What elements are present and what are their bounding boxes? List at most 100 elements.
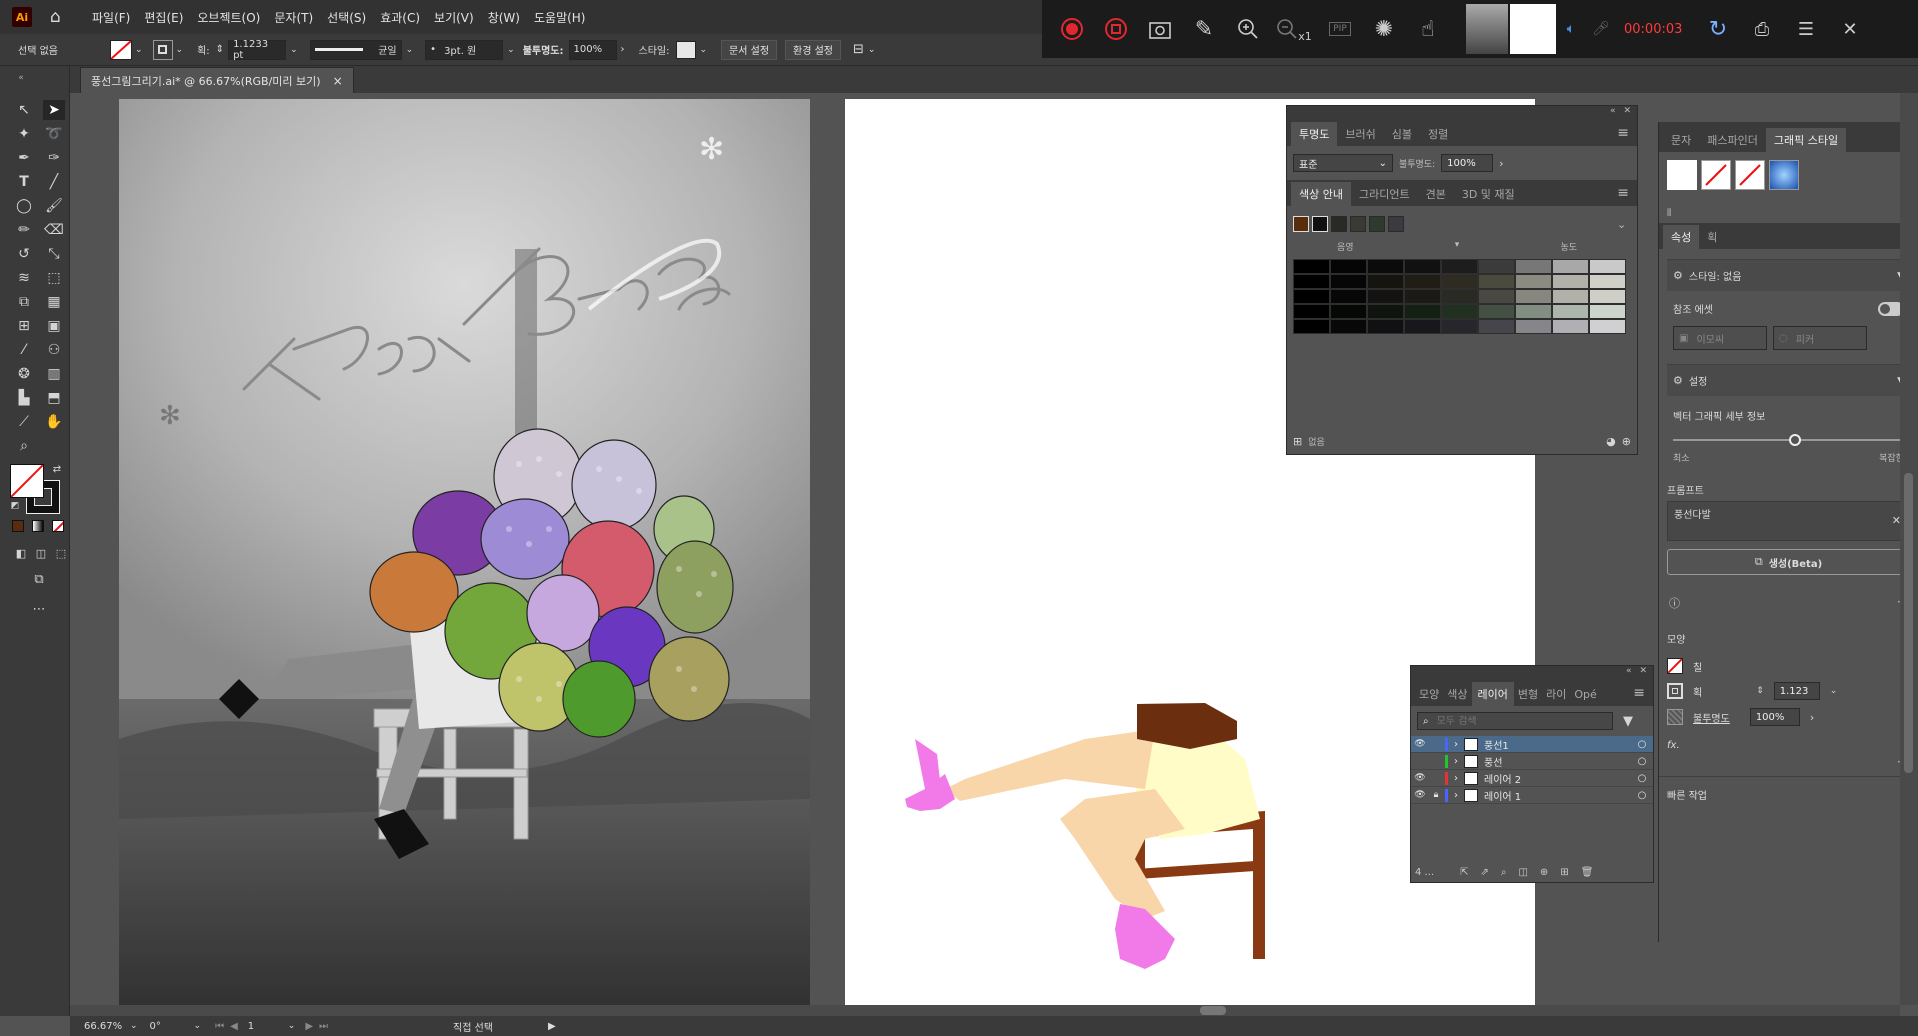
new-sublayer-icon[interactable]: ⊕ <box>1540 867 1548 878</box>
graphic-styles-library-icon[interactable]: ⫴ <box>1659 198 1918 219</box>
perspective-grid-icon[interactable]: ▦ <box>43 292 65 312</box>
base-color-swatch[interactable] <box>1388 216 1404 232</box>
horizontal-scroll-thumb[interactable] <box>1200 1006 1226 1015</box>
base-color-swatch[interactable] <box>1293 216 1309 232</box>
gradient-tool-icon[interactable]: ▣ <box>43 316 65 336</box>
tab-color-guide[interactable]: 색상 안내 <box>1291 182 1351 206</box>
shape-builder-icon[interactable]: ⧉ <box>13 292 35 312</box>
mic-icon[interactable]: 🎤︎ <box>1586 0 1616 58</box>
brush-select[interactable]: • 3pt. 원 <box>425 39 504 60</box>
effects-icon[interactable]: ✺ <box>1362 0 1406 58</box>
opacity-input[interactable]: 100% <box>568 39 617 60</box>
artboard-dropdown-icon[interactable]: ⌄ <box>288 1021 296 1031</box>
speaker-icon[interactable]: 🔈︎ <box>1556 0 1586 58</box>
appearance-stroke-swatch[interactable] <box>1667 683 1683 699</box>
zoom-in-icon[interactable] <box>1226 0 1270 58</box>
color-guide-swatch[interactable] <box>1441 304 1478 319</box>
color-guide-swatch[interactable] <box>1404 319 1441 334</box>
opacity-label[interactable]: 불투명도: <box>523 42 564 57</box>
status-artboard[interactable]: 1 <box>248 1021 288 1032</box>
color-guide-swatch[interactable] <box>1293 319 1330 334</box>
stroke-weight-dropdown-icon[interactable]: ⌄ <box>290 45 298 55</box>
swap-colors-icon[interactable]: ⇄ <box>46 460 68 480</box>
color-guide-swatch[interactable] <box>1478 319 1515 334</box>
stroke-stepper-icon[interactable]: ⇕ <box>216 44 224 55</box>
home-icon[interactable]: ⌂ <box>50 8 70 26</box>
panel-opacity-arrow-icon[interactable]: › <box>1499 157 1503 170</box>
stop-icon[interactable] <box>1094 0 1138 58</box>
ellipse-tool-icon[interactable]: ◯ <box>13 196 35 216</box>
pen-draw-icon[interactable]: ✎ <box>1182 0 1226 58</box>
layer-row[interactable]: 👁︎ › 레이어 2 ○ <box>1411 770 1653 787</box>
panel-menu-icon[interactable]: ≡ <box>1617 125 1629 141</box>
curvature-tool-icon[interactable]: ✑ <box>43 148 65 168</box>
menu-object[interactable]: 오브젝트(O) <box>197 9 260 26</box>
document-tab[interactable]: 풍선그림그리기.ai* @ 66.67%(RGB/미리 보기) × <box>80 67 354 93</box>
style-dropdown-icon[interactable]: ⌄ <box>700 45 708 55</box>
layer-lock-icon[interactable]: 🔒︎ <box>1429 790 1443 800</box>
color-guide-swatch[interactable] <box>1552 304 1589 319</box>
artboard-tool-icon[interactable]: ⬒ <box>43 388 65 408</box>
color-guide-swatch[interactable] <box>1589 304 1626 319</box>
free-transform-icon[interactable]: ⬚ <box>43 268 65 288</box>
pen-tool-icon[interactable]: ✒ <box>13 148 35 168</box>
color-guide-swatch[interactable] <box>1552 289 1589 304</box>
tab-appearance[interactable]: 모양 <box>1415 682 1443 706</box>
next-artboard-icon[interactable]: ▶ <box>305 1021 313 1032</box>
layer-expand-icon[interactable]: › <box>1448 773 1464 784</box>
color-guide-swatch[interactable] <box>1367 304 1404 319</box>
appearance-fill-swatch[interactable] <box>1667 658 1683 674</box>
direct-selection-tool-icon[interactable]: ➤ <box>43 100 65 120</box>
collect-export-icon[interactable]: ⇱ <box>1460 867 1468 878</box>
color-guide-swatch[interactable] <box>1589 319 1626 334</box>
color-guide-swatch[interactable] <box>1515 259 1552 274</box>
save-icon[interactable]: ⎙ <box>1740 0 1784 58</box>
close-recorder-icon[interactable]: ✕ <box>1828 0 1872 58</box>
fill-swatch[interactable] <box>110 39 132 60</box>
eyedropper-tool-icon[interactable]: ⁄ <box>13 340 35 360</box>
symbol-sprayer-icon[interactable]: ❂ <box>13 364 35 384</box>
selection-tool-icon[interactable]: ↖ <box>13 100 35 120</box>
click-highlight-icon[interactable]: ☝ <box>1406 0 1450 58</box>
export-icon[interactable]: ⇗ <box>1480 867 1488 878</box>
base-color-swatch[interactable] <box>1369 216 1385 232</box>
menu-type[interactable]: 문자(T) <box>274 9 313 26</box>
color-guide-swatch[interactable] <box>1330 304 1367 319</box>
tab-graphic-styles[interactable]: 그래픽 스타일 <box>1765 128 1847 152</box>
tab-libraries[interactable]: 라이 <box>1542 682 1570 706</box>
base-color-swatch[interactable] <box>1312 216 1328 232</box>
base-color-swatch[interactable] <box>1350 216 1366 232</box>
tab-color[interactable]: 색상 <box>1443 682 1471 706</box>
rotate-tool-icon[interactable]: ↺ <box>13 244 35 264</box>
color-guide-swatch[interactable] <box>1404 259 1441 274</box>
menu-help[interactable]: 도움말(H) <box>534 9 586 26</box>
color-guide-swatch[interactable] <box>1478 289 1515 304</box>
menu-edit[interactable]: 편집(E) <box>144 9 183 26</box>
stroke-profile-select[interactable]: 균일 <box>309 39 402 60</box>
reference-photo[interactable]: ✻ ✻ <box>119 99 810 1019</box>
appearance-opacity-label[interactable]: 불투명도 <box>1693 710 1730 725</box>
blend-tool-icon[interactable]: ⚇ <box>43 340 65 360</box>
layer-row[interactable]: 👁︎ › 풍선1 ○ <box>1411 736 1653 753</box>
color-guide-swatch[interactable] <box>1404 289 1441 304</box>
color-guide-swatch[interactable] <box>1367 289 1404 304</box>
color-guide-menu-icon[interactable]: ≡ <box>1617 185 1629 201</box>
new-layer-icon[interactable]: ⊞ <box>1560 867 1568 878</box>
vertical-scroll-thumb[interactable] <box>1904 473 1913 773</box>
style-swatch[interactable] <box>675 40 696 59</box>
appearance-stroke-dropdown-icon[interactable]: ⌄ <box>1830 686 1838 696</box>
arrange-dropdown-icon[interactable]: ⌄ <box>868 45 876 55</box>
mesh-tool-icon[interactable]: ⊞ <box>13 316 35 336</box>
tab-brushes[interactable]: 브러쉬 <box>1337 122 1383 146</box>
color-guide-swatch[interactable] <box>1515 319 1552 334</box>
save-group-icon[interactable]: ⊕ <box>1622 435 1631 448</box>
color-guide-swatch[interactable] <box>1441 319 1478 334</box>
color-guide-swatch[interactable] <box>1478 259 1515 274</box>
color-guide-swatch[interactable] <box>1589 289 1626 304</box>
menu-select[interactable]: 선택(S) <box>327 9 366 26</box>
color-guide-swatch[interactable] <box>1515 274 1552 289</box>
screenshot-icon[interactable] <box>1138 0 1182 58</box>
info-icon[interactable]: ⓘ <box>1669 595 1680 611</box>
draw-behind-icon[interactable]: ◫ <box>30 544 52 564</box>
tab-opentype[interactable]: Opé <box>1570 682 1600 706</box>
